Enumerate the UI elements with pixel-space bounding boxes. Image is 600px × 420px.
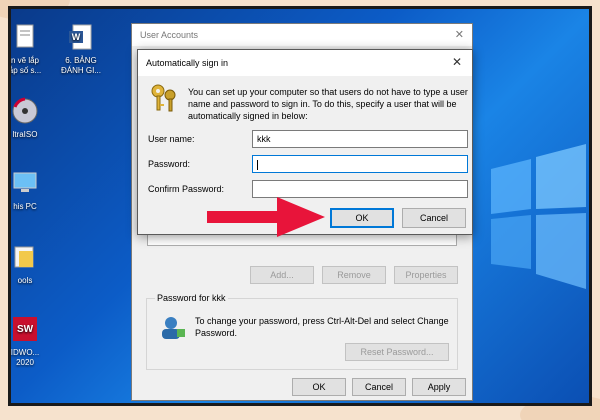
keys-icon bbox=[151, 84, 176, 112]
password-field[interactable] bbox=[252, 155, 468, 173]
word-doc-icon: W bbox=[69, 24, 92, 50]
desktop-icon-label: ltraISO bbox=[12, 130, 38, 139]
reset-password-button[interactable]: Reset Password... bbox=[345, 343, 449, 361]
user-accounts-titlebar: User Accounts ✕ bbox=[132, 24, 472, 46]
add-button[interactable]: Add... bbox=[250, 266, 314, 284]
ok-button[interactable]: OK bbox=[330, 208, 394, 228]
red-arrow-annotation bbox=[207, 197, 325, 237]
solidworks-icon: SW bbox=[13, 317, 37, 341]
desktop-icon-word-doc[interactable]: W 6. BẢNG ĐÁNH GI... bbox=[51, 23, 111, 76]
close-icon[interactable]: ✕ bbox=[455, 28, 464, 41]
text-caret bbox=[257, 159, 258, 170]
desktop-icon-label: 6. BẢNG ĐÁNH GI... bbox=[60, 56, 101, 75]
user-name-field[interactable]: kkk bbox=[252, 130, 468, 148]
desktop-icon-label: n vẽ lắp ẫp số s... bbox=[8, 56, 42, 75]
user-name-label: User name: bbox=[148, 134, 195, 144]
properties-button[interactable]: Properties bbox=[394, 266, 458, 284]
svg-text:SW: SW bbox=[17, 324, 34, 335]
computer-icon bbox=[13, 172, 37, 192]
dialog-title: Automatically sign in bbox=[146, 58, 229, 68]
svg-text:W: W bbox=[72, 32, 81, 42]
desktop-icon-solidworks[interactable]: SW IDWO... 2020 bbox=[10, 315, 55, 368]
folder-icon bbox=[14, 246, 34, 268]
remove-button[interactable]: Remove bbox=[322, 266, 386, 284]
password-label: Password: bbox=[148, 159, 191, 169]
cancel-button[interactable]: Cancel bbox=[402, 208, 466, 228]
apply-button[interactable]: Apply bbox=[412, 378, 466, 396]
dialog-description: You can set up your computer so that use… bbox=[188, 87, 468, 121]
window-title: User Accounts bbox=[140, 30, 199, 40]
desktop-icon-tools[interactable]: ools bbox=[11, 243, 55, 286]
desktop-icon-drawing[interactable]: n vẽ lắp ẫp số s... bbox=[8, 23, 55, 76]
file-icon bbox=[16, 24, 34, 48]
confirm-password-label: Confirm Password: bbox=[148, 184, 225, 194]
group-label: Password for kkk bbox=[155, 293, 228, 303]
user-icon bbox=[162, 317, 185, 339]
cancel-button[interactable]: Cancel bbox=[352, 378, 406, 396]
desktop-icon-this-pc[interactable]: his PC bbox=[11, 169, 55, 212]
desktop-icon-label: ools bbox=[17, 276, 33, 285]
ok-button[interactable]: OK bbox=[292, 378, 346, 396]
password-group: Password for kkk To change your password… bbox=[146, 293, 458, 370]
password-instructions: To change your password, press Ctrl-Alt-… bbox=[195, 316, 449, 338]
desktop-icon-label: IDWO... 2020 bbox=[10, 348, 40, 367]
close-icon[interactable]: ✕ bbox=[452, 55, 462, 69]
windows-logo bbox=[491, 144, 586, 289]
disc-icon bbox=[12, 97, 38, 124]
desktop-screen: n vẽ lắp ẫp số s... W 6. BẢNG ĐÁNH GI...… bbox=[8, 6, 592, 406]
desktop-icon-ultraiso[interactable]: ltraISO bbox=[11, 97, 55, 140]
dialog-titlebar: Automatically sign in ✕ bbox=[138, 50, 472, 76]
desktop-icon-label: his PC bbox=[13, 202, 37, 211]
